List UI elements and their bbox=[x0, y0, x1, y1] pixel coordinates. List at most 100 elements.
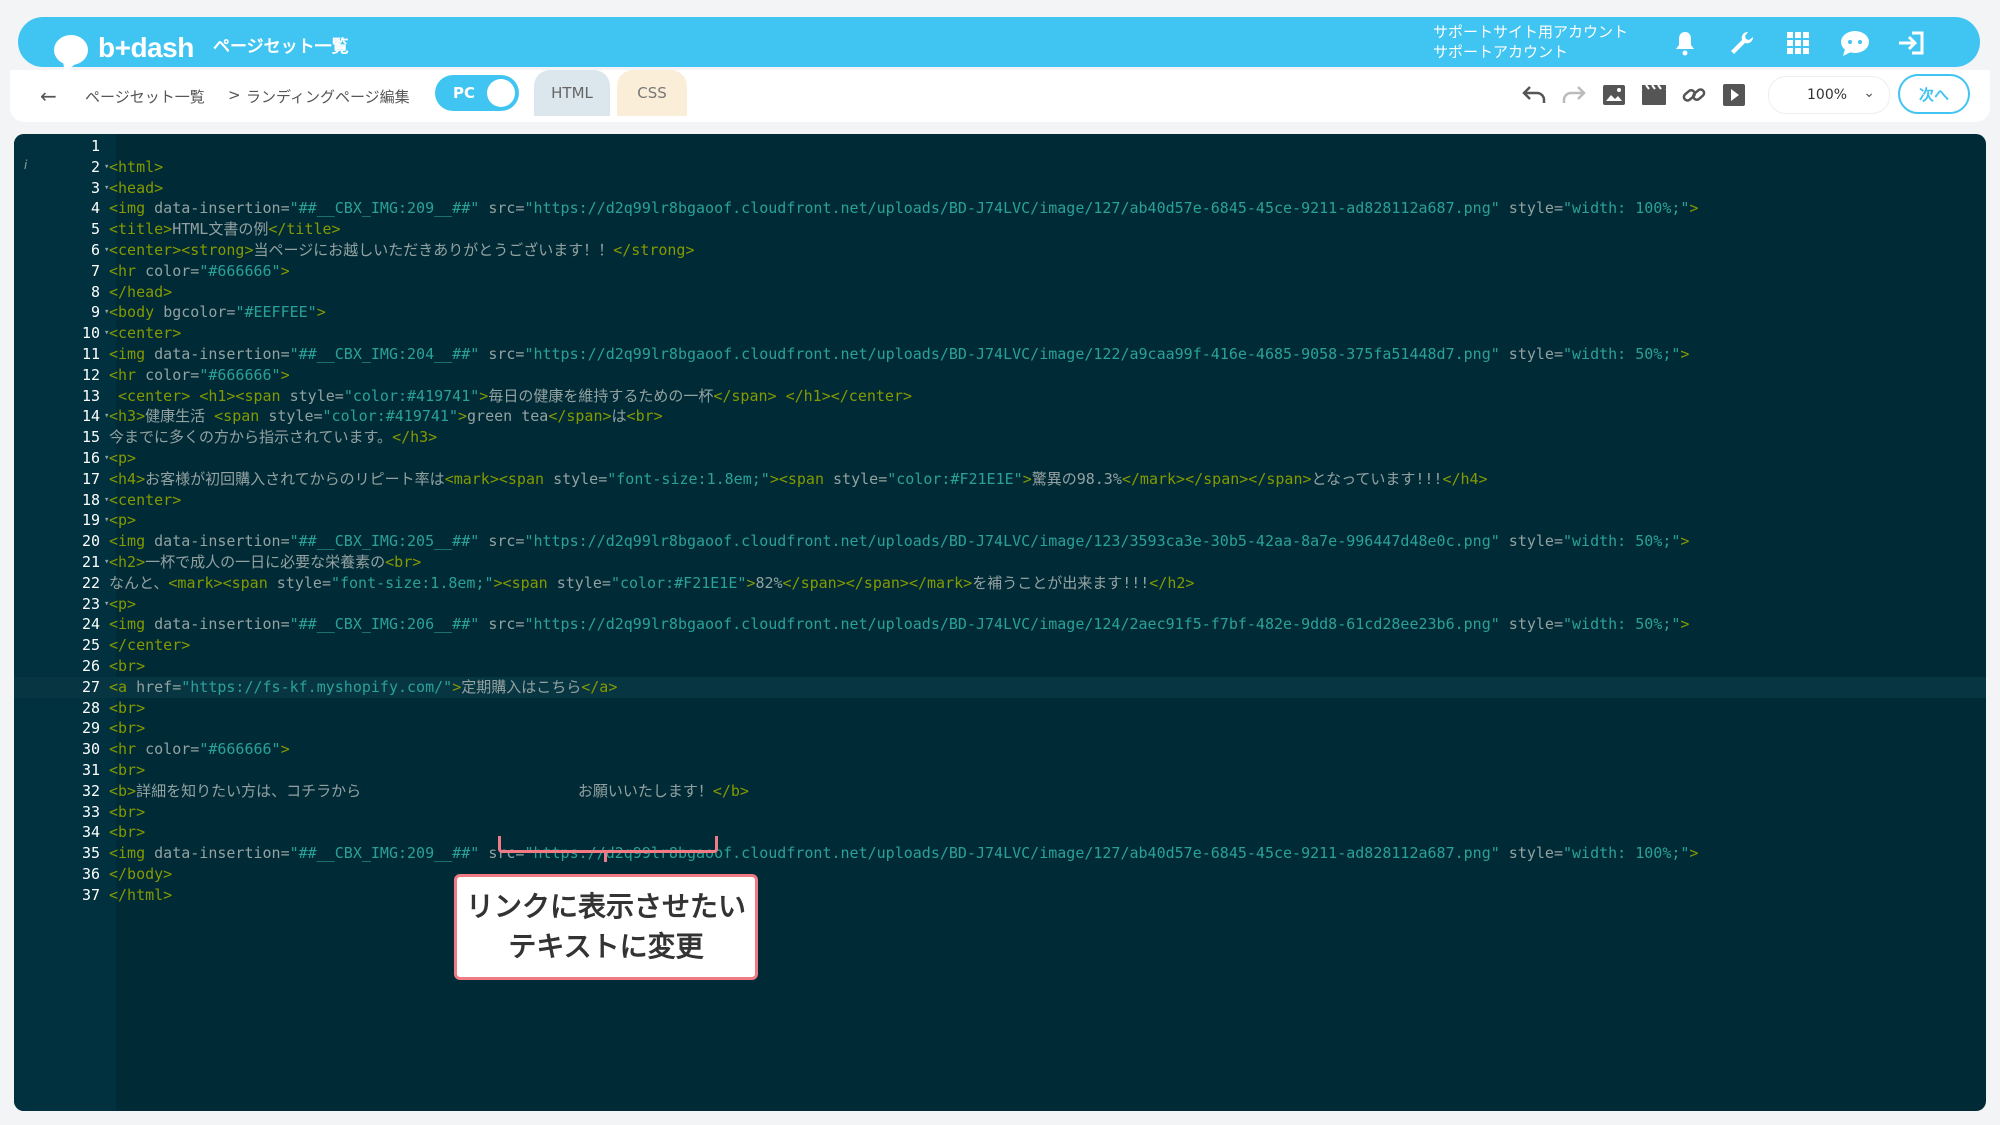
line-number: 17 bbox=[81, 469, 100, 488]
code-token: style bbox=[1508, 844, 1554, 863]
back-arrow-icon[interactable]: ← bbox=[40, 84, 57, 108]
code-token: = bbox=[190, 740, 200, 759]
code-line[interactable]: 32 <b>詳細を知りたい方は、コチラから お願いいたします！</b> bbox=[14, 781, 1986, 802]
undo-icon[interactable] bbox=[1520, 81, 1548, 109]
app-header: b+dash ページセット一覧 サポートサイト用アカウント サポートアカウント bbox=[18, 17, 1980, 67]
code-line[interactable]: 11 <img data-insertion="##__CBX_IMG:204__… bbox=[14, 344, 1986, 365]
code-line[interactable]: 2 ▾ <html> bbox=[14, 157, 1986, 178]
callout-bracket bbox=[498, 836, 718, 853]
code-token: 毎日の健康を維持するための一杯 bbox=[488, 386, 714, 405]
code-token: style bbox=[553, 469, 599, 488]
code-line[interactable]: 15 今までに多くの方から指示されています。</h3> bbox=[14, 427, 1986, 448]
bell-icon[interactable] bbox=[1669, 27, 1701, 59]
code-token: "width: 50%;" bbox=[1562, 344, 1681, 363]
line-number: 21 bbox=[81, 552, 100, 571]
code-line[interactable]: 33 <br> bbox=[14, 802, 1986, 823]
code-line[interactable]: 30 <hr color="#666666"> bbox=[14, 739, 1986, 760]
code-token: <center> bbox=[109, 490, 182, 509]
zoom-select[interactable]: 100% ⌄ bbox=[1768, 76, 1890, 114]
code-token: data-insertion bbox=[154, 199, 281, 218]
code-line[interactable]: 20 <img data-insertion="##__CBX_IMG:205__… bbox=[14, 531, 1986, 552]
code-token: = bbox=[1553, 615, 1563, 634]
code-line[interactable]: 8 </head> bbox=[14, 282, 1986, 303]
code-line[interactable]: 26 <br> bbox=[14, 656, 1986, 677]
code-line[interactable]: 9 ▾ <body bgcolor="#EEFFEE"> bbox=[14, 302, 1986, 323]
code-text: <hr color="#666666"> bbox=[109, 739, 290, 760]
code-token: <html> bbox=[109, 157, 164, 176]
code-line[interactable]: 29 <br> bbox=[14, 718, 1986, 739]
code-line[interactable]: 31 <br> bbox=[14, 760, 1986, 781]
code-line[interactable]: 23 ▾ <p> bbox=[14, 594, 1986, 615]
code-line[interactable]: 34 <br> bbox=[14, 822, 1986, 843]
code-text: <body bgcolor="#EEFFEE"> bbox=[109, 302, 326, 323]
code-line[interactable]: 19 ▾ <p> bbox=[14, 510, 1986, 531]
code-token: <h3> bbox=[109, 407, 146, 426]
code-token: > bbox=[1680, 344, 1690, 363]
code-line[interactable]: 1 bbox=[14, 136, 1986, 157]
code-line[interactable]: 10 ▾ <center> bbox=[14, 323, 1986, 344]
code-line[interactable]: 27 <a href="https://fs-kf.myshopify.com/"… bbox=[14, 676, 1986, 698]
page-title[interactable]: ページセット一覧 bbox=[213, 32, 349, 57]
code-token: <hr bbox=[109, 261, 146, 280]
grid-icon[interactable] bbox=[1782, 27, 1814, 59]
code-text: <a href="https://fs-kf.myshopify.com/">定… bbox=[109, 677, 617, 698]
link-icon[interactable] bbox=[1680, 81, 1708, 109]
code-token: は bbox=[611, 407, 627, 426]
code-line[interactable]: 21 ▾ <h2>一杯で成人の一日に必要な栄養素の<br> bbox=[14, 552, 1986, 573]
code-line[interactable]: 24 <img data-insertion="##__CBX_IMG:206__… bbox=[14, 614, 1986, 635]
code-line[interactable]: 3 ▾ <head> bbox=[14, 178, 1986, 199]
code-line[interactable]: 14 ▾ <h3>健康生活 <span style="color:#419741">… bbox=[14, 406, 1986, 427]
play-icon[interactable] bbox=[1720, 81, 1748, 109]
code-line[interactable]: 35 <img data-insertion="##__CBX_IMG:209__… bbox=[14, 843, 1986, 864]
code-line[interactable]: 5 <title>HTML文書の例</title> bbox=[14, 219, 1986, 240]
tab-css[interactable]: CSS bbox=[617, 70, 687, 116]
next-button[interactable]: 次へ bbox=[1898, 74, 1970, 114]
code-token: <img bbox=[109, 844, 155, 863]
code-line[interactable]: 28 <br> bbox=[14, 698, 1986, 719]
code-line[interactable]: 13 <center> <h1><span style="color:#4197… bbox=[14, 386, 1986, 407]
code-text: <br> bbox=[109, 822, 145, 843]
code-token: <br> bbox=[109, 719, 146, 738]
code-line[interactable]: 12 <hr color="#666666"> bbox=[14, 365, 1986, 386]
code-text: <p> bbox=[109, 448, 136, 469]
line-number: 35 bbox=[81, 844, 100, 863]
code-token: data-insertion bbox=[154, 532, 281, 551]
code-token: 驚異の98.3% bbox=[1031, 469, 1122, 488]
account-info[interactable]: サポートサイト用アカウント サポートアカウント bbox=[1433, 22, 1628, 62]
code-token: <img bbox=[109, 199, 155, 218]
logout-icon[interactable] bbox=[1896, 27, 1928, 59]
code-line[interactable]: 18 ▾ <center> bbox=[14, 490, 1986, 511]
account-line1: サポートサイト用アカウント bbox=[1433, 23, 1629, 41]
line-number: 11 bbox=[81, 344, 100, 363]
chat-icon[interactable] bbox=[1839, 27, 1871, 59]
code-token: </b> bbox=[712, 781, 749, 800]
code-line[interactable]: 6 ▾ <center><strong>当ページにお越しいただきありがとうございます… bbox=[14, 240, 1986, 261]
code-line[interactable]: 22 なんと、<mark><span style="font-size:1.8em… bbox=[14, 573, 1986, 594]
device-toggle[interactable]: PC bbox=[435, 75, 519, 111]
code-line[interactable]: 4 <img data-insertion="##__CBX_IMG:209__#… bbox=[14, 198, 1986, 219]
code-line[interactable]: 37 </html> bbox=[14, 885, 1986, 906]
code-line[interactable]: 36 </body> bbox=[14, 864, 1986, 885]
code-line[interactable]: 16 ▾ <p> bbox=[14, 448, 1986, 469]
code-text: <img data-insertion="##__CBX_IMG:209__##… bbox=[109, 198, 1698, 219]
video-icon[interactable] bbox=[1640, 81, 1668, 109]
code-token: = bbox=[190, 261, 200, 280]
tab-html[interactable]: HTML bbox=[534, 70, 610, 116]
wrench-icon[interactable] bbox=[1726, 27, 1758, 59]
redo-icon[interactable] bbox=[1560, 81, 1588, 109]
code-token: style bbox=[1508, 199, 1554, 218]
line-number: 9 bbox=[90, 303, 100, 322]
breadcrumb-separator: > bbox=[228, 86, 241, 104]
code-token: 健康生活 bbox=[145, 407, 215, 426]
code-text: <br> bbox=[109, 760, 145, 781]
code-token: = bbox=[280, 532, 290, 551]
code-line[interactable]: 17 <h4>お客様が初回購入されてからのリピート率は<mark><span st… bbox=[14, 469, 1986, 490]
code-token: 当ページにお越しいただきありがとうございます！！ bbox=[253, 240, 614, 259]
image-icon[interactable] bbox=[1600, 81, 1628, 109]
code-line[interactable]: 7 <hr color="#666666"> bbox=[14, 261, 1986, 282]
logo[interactable]: b+dash bbox=[36, 26, 194, 65]
breadcrumb-item-pagesets[interactable]: ページセット一覧 bbox=[85, 86, 205, 107]
code-editor[interactable]: i 1 2 ▾ <html> 3 ▾ <head> 4 <img data-insertion=… bbox=[14, 134, 1986, 1111]
code-line[interactable]: 25 </center> bbox=[14, 635, 1986, 656]
